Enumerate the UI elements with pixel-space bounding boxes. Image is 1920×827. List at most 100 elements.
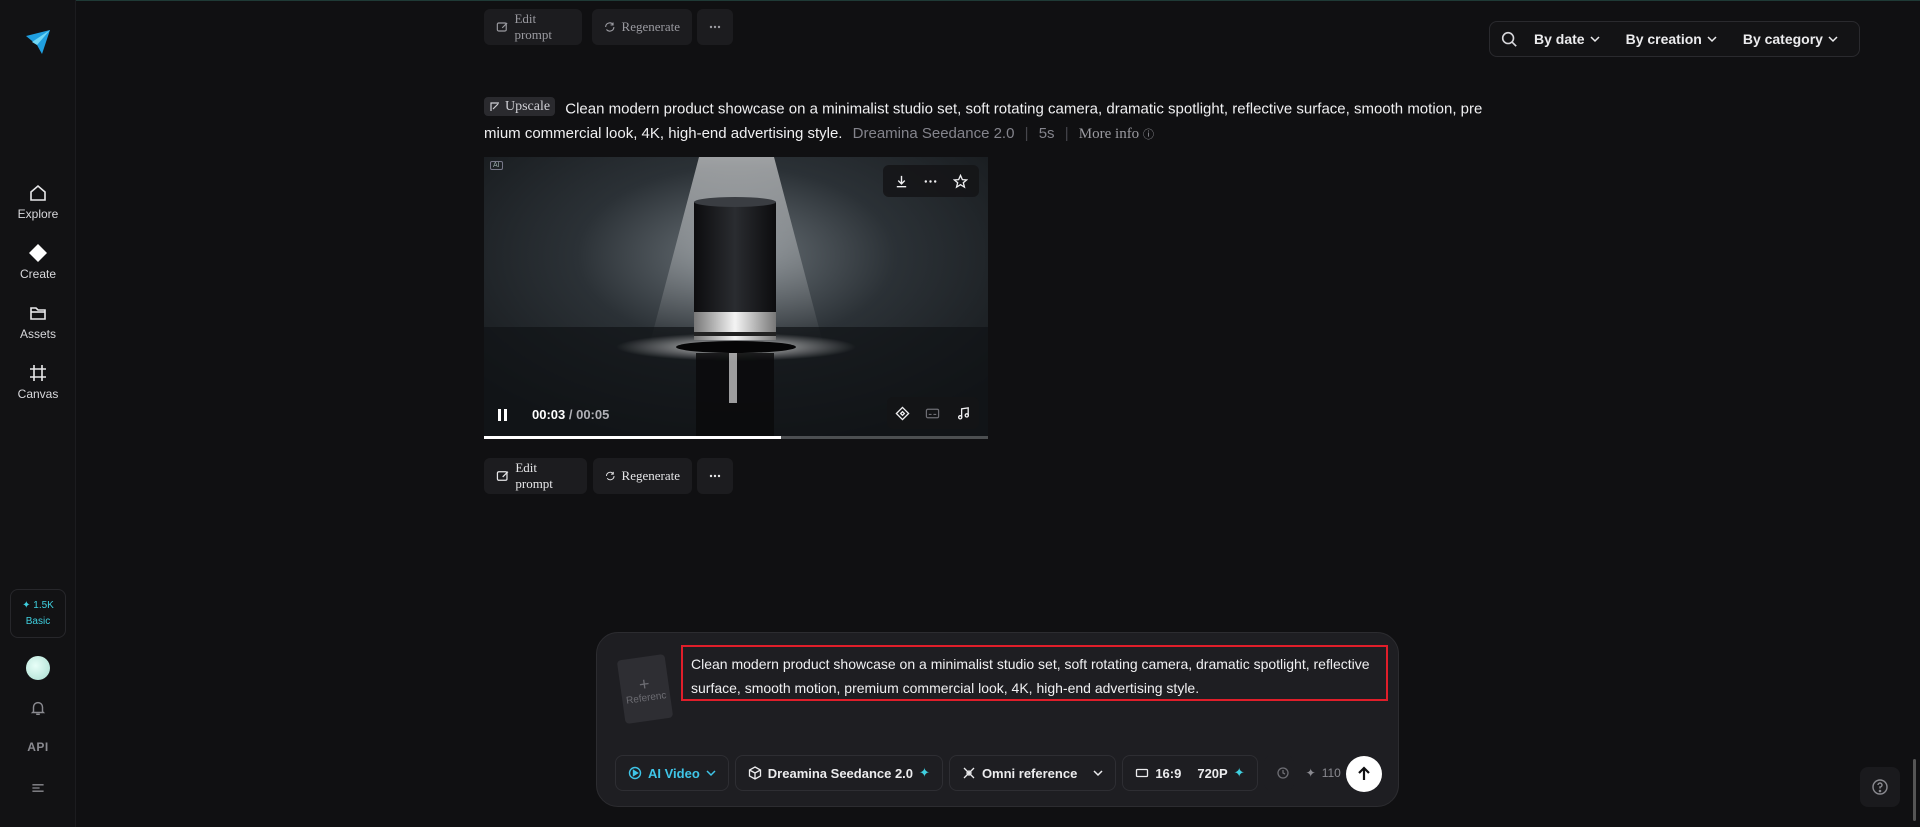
api-link[interactable]: API: [0, 740, 76, 754]
chevron-down-icon: [706, 770, 716, 777]
video-player[interactable]: AI 00:03 / 00:05: [484, 157, 988, 439]
model-select[interactable]: Dreamina Seedance 2.0 ✦: [734, 755, 943, 791]
help-icon: [1872, 779, 1888, 795]
omni-icon: [963, 767, 975, 779]
timer-button[interactable]: [1263, 755, 1294, 791]
composer-toolbar: AI Video Dreamina Seedance 2.0 ✦ Omni re…: [615, 755, 1341, 791]
bell-icon[interactable]: [28, 698, 48, 718]
home-icon: [30, 184, 46, 201]
total-time: / 00:05: [565, 407, 610, 422]
more-button-prev[interactable]: [697, 9, 733, 45]
enhance-icon[interactable]: [893, 404, 911, 422]
upscale-icon: [490, 101, 499, 111]
filter-label: By category: [1742, 31, 1823, 47]
diamond-icon: [29, 244, 47, 262]
download-icon[interactable]: [893, 172, 911, 190]
aspect-ratio-icon: [1136, 768, 1149, 778]
sidebar-item-assets[interactable]: Assets: [0, 303, 76, 353]
edit-prompt-button[interactable]: Edit prompt: [484, 458, 587, 494]
aspect-label: 16:9: [1155, 765, 1182, 781]
credits-count: ✦ 1.5K: [22, 600, 54, 611]
pause-button[interactable]: [498, 409, 512, 423]
sidebar-item-label: Create: [19, 267, 57, 281]
reference-mode-select[interactable]: Omni reference: [948, 755, 1117, 791]
cost-value: 110: [1321, 766, 1341, 780]
menu-icon[interactable]: [28, 778, 48, 798]
video-controls-right: [887, 397, 979, 429]
logo-icon[interactable]: [24, 28, 52, 56]
chevron-down-icon: [1590, 36, 1600, 43]
more-info-label: More info: [1078, 125, 1140, 142]
sparkle-icon: ✦: [1305, 766, 1316, 780]
ai-tag: AI: [490, 161, 503, 170]
refresh-icon: [606, 471, 615, 481]
divider: |: [1024, 124, 1029, 142]
upscale-label: Upscale: [505, 98, 551, 114]
filter-by-date[interactable]: By date: [1534, 31, 1600, 47]
credits-badge[interactable]: ✦ 1.5K Basic: [10, 589, 66, 638]
filter-by-category[interactable]: By category: [1743, 31, 1838, 47]
sparkle-icon: ✦: [1233, 765, 1245, 780]
video-toolbar: [883, 165, 979, 197]
more-info-link[interactable]: More info ⓘ: [1079, 126, 1154, 142]
chevron-down-icon: [1707, 36, 1717, 43]
send-button[interactable]: [1346, 756, 1382, 792]
search-icon[interactable]: [1500, 30, 1518, 48]
plan-label: Basic: [25, 616, 51, 627]
upscale-tag[interactable]: Upscale: [484, 97, 556, 116]
reference-label: Referenc: [625, 689, 668, 707]
generation-prompt: Upscale Clean modern product showcase on…: [484, 97, 1486, 147]
top-accent-line: [0, 0, 1920, 1]
mode-label: AI Video: [648, 765, 700, 781]
button-label: Regenerate: [621, 19, 680, 34]
regenerate-button-prev[interactable]: Regenerate: [592, 9, 692, 45]
progress-fill: [484, 436, 782, 439]
sidebar-item-canvas[interactable]: Canvas: [0, 363, 76, 413]
current-time: 00:03: [532, 407, 566, 422]
sidebar-item-label: Explore: [17, 207, 59, 221]
scrollbar[interactable]: [1913, 759, 1916, 821]
refresh-icon: [605, 22, 615, 32]
arrow-up-icon: [1358, 766, 1370, 780]
model-name: Dreamina Seedance 2.0: [852, 124, 1015, 142]
canvas-icon: [30, 365, 46, 381]
regenerate-button[interactable]: Regenerate: [593, 458, 692, 494]
sparkle-icon: ✦: [919, 765, 930, 780]
edit-icon: [496, 22, 508, 32]
divider: |: [1064, 124, 1069, 142]
more-button[interactable]: [697, 458, 733, 494]
cube-icon: [748, 766, 761, 780]
credit-cost: ✦ 110: [1306, 766, 1341, 780]
music-icon[interactable]: [955, 404, 973, 422]
help-button[interactable]: [1860, 767, 1900, 807]
filter-bar: By date By creation By category: [1489, 21, 1860, 57]
sidebar-item-explore[interactable]: Explore: [0, 183, 76, 233]
info-icon: ⓘ: [1142, 128, 1154, 141]
resolution-label: 720P: [1197, 765, 1228, 781]
more-icon[interactable]: [922, 172, 940, 190]
sidebar-item-create[interactable]: Create: [0, 243, 76, 293]
subtitles-icon[interactable]: [924, 404, 942, 422]
reference-upload[interactable]: + Referenc: [616, 653, 674, 725]
video-mode-icon: [628, 766, 642, 780]
reference-mode-label: Omni reference: [981, 765, 1078, 781]
prompt-composer: + Referenc Clean modern product showcase…: [596, 632, 1399, 807]
sidebar: Explore Create Assets Canvas ✦ 1.5K Basi…: [0, 0, 76, 827]
more-icon: [709, 474, 721, 478]
format-select[interactable]: 16:9 720P ✦: [1122, 755, 1258, 791]
edit-prompt-button-prev[interactable]: Edit prompt: [484, 9, 582, 45]
filter-label: By date: [1534, 31, 1585, 47]
prompt-input[interactable]: Clean modern product showcase on a minim…: [681, 645, 1388, 701]
button-label: Regenerate: [621, 468, 680, 483]
timer-icon: [1276, 767, 1289, 779]
star-icon[interactable]: [951, 172, 969, 190]
video-progress-bar[interactable]: [484, 436, 988, 439]
more-icon: [709, 25, 721, 29]
filter-by-creation[interactable]: By creation: [1626, 31, 1717, 47]
mode-select[interactable]: AI Video: [615, 755, 729, 791]
model-label: Dreamina Seedance 2.0: [767, 765, 914, 781]
sidebar-item-label: Canvas: [17, 387, 59, 401]
plus-icon: +: [637, 672, 651, 695]
button-label: Edit prompt: [515, 460, 553, 491]
avatar[interactable]: [26, 656, 50, 680]
